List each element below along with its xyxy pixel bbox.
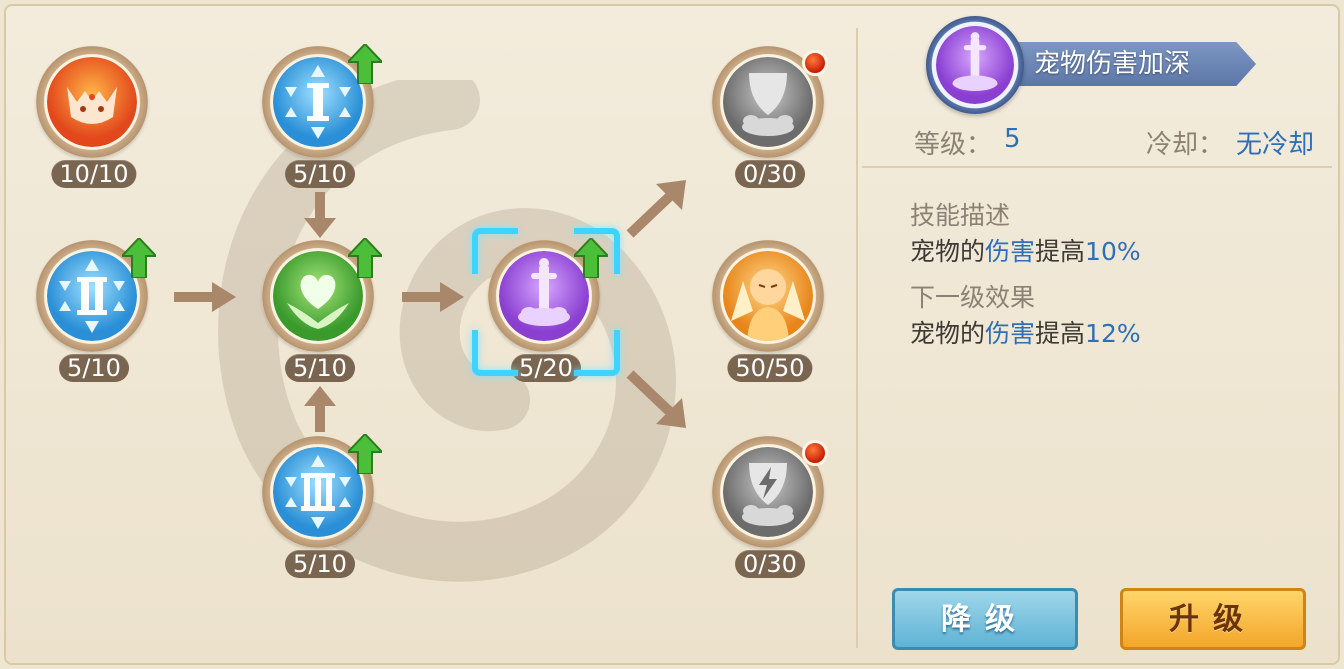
upgrade-arrow-icon bbox=[119, 236, 159, 279]
skill-level-count: 5/20 bbox=[511, 354, 581, 382]
skill-level-count: 5/10 bbox=[285, 160, 355, 188]
fire-cat-icon bbox=[47, 57, 137, 147]
description-value: 10% bbox=[1085, 237, 1141, 266]
description-keyword: 伤害 bbox=[985, 237, 1036, 266]
skill-level-count: 5/10 bbox=[285, 550, 355, 578]
skill-node-i[interactable]: 5/10 bbox=[260, 42, 385, 194]
description-text: 宠物的伤害提高10% bbox=[910, 232, 1141, 268]
alert-dot-icon bbox=[802, 440, 828, 466]
upgrade-arrow-icon bbox=[345, 236, 385, 279]
next-level-keyword: 伤害 bbox=[985, 319, 1036, 348]
skill-level-count: 5/10 bbox=[285, 354, 355, 382]
arrow-down-icon bbox=[304, 192, 336, 238]
next-level-header: 下一级效果 bbox=[910, 283, 1036, 312]
arrow-up-right-icon bbox=[626, 180, 686, 238]
level-value: 5 bbox=[1004, 124, 1021, 154]
selection-corner bbox=[574, 330, 620, 376]
skill-level-count: 10/10 bbox=[51, 160, 137, 188]
alert-dot-icon bbox=[802, 50, 828, 76]
next-level-value: 12% bbox=[1085, 319, 1141, 348]
skill-level-count: 50/50 bbox=[727, 354, 813, 382]
cooldown-label: 冷却： bbox=[1146, 130, 1225, 160]
description-prefix: 宠物的 bbox=[910, 237, 986, 266]
arrow-right-icon bbox=[174, 282, 236, 312]
upgrade-arrow-icon bbox=[345, 42, 385, 85]
lightning-shield-icon bbox=[723, 447, 813, 537]
next-level-prefix: 宠物的 bbox=[910, 319, 986, 348]
arrow-up-icon bbox=[304, 386, 336, 432]
skill-node-lightning-shield[interactable]: 0/30 bbox=[710, 434, 830, 584]
shield-icon bbox=[723, 57, 813, 147]
skill-level-count: 5/10 bbox=[59, 354, 129, 382]
skill-title-banner: 宠物伤害加深 bbox=[1010, 42, 1256, 86]
level-label: 等级： bbox=[914, 130, 993, 160]
description-header: 技能描述 bbox=[910, 201, 1011, 230]
upgrade-button[interactable]: 升级 bbox=[1120, 588, 1306, 650]
selection-corner bbox=[574, 228, 620, 274]
monk-icon bbox=[723, 251, 813, 341]
panel-divider bbox=[856, 28, 858, 648]
selected-skill-icon bbox=[926, 16, 1024, 114]
skill-level-count: 0/30 bbox=[735, 550, 805, 578]
skill-node-fire-cat[interactable]: 10/10 bbox=[34, 44, 154, 194]
detail-divider bbox=[862, 166, 1332, 168]
cooldown-value: 无冷却 bbox=[1236, 130, 1315, 160]
selection-corner bbox=[472, 228, 518, 274]
skill-node-monk[interactable]: 50/50 bbox=[710, 238, 830, 388]
skill-level-count: 0/30 bbox=[735, 160, 805, 188]
next-level-mid: 提高 bbox=[1035, 319, 1086, 348]
skill-node-heart[interactable]: 5/10 bbox=[260, 236, 385, 388]
sword-icon bbox=[936, 26, 1014, 104]
skill-node-ii[interactable]: 5/10 bbox=[34, 236, 159, 388]
downgrade-button[interactable]: 降级 bbox=[892, 588, 1078, 650]
description-mid: 提高 bbox=[1035, 237, 1086, 266]
upgrade-arrow-icon bbox=[345, 432, 385, 475]
selection-corner bbox=[472, 330, 518, 376]
next-level-text: 宠物的伤害提高12% bbox=[910, 314, 1141, 350]
arrow-down-right-icon bbox=[626, 370, 686, 428]
skill-node-shield[interactable]: 0/30 bbox=[710, 44, 830, 194]
arrow-right-icon bbox=[402, 282, 464, 312]
skill-node-iii[interactable]: 5/10 bbox=[260, 432, 385, 584]
